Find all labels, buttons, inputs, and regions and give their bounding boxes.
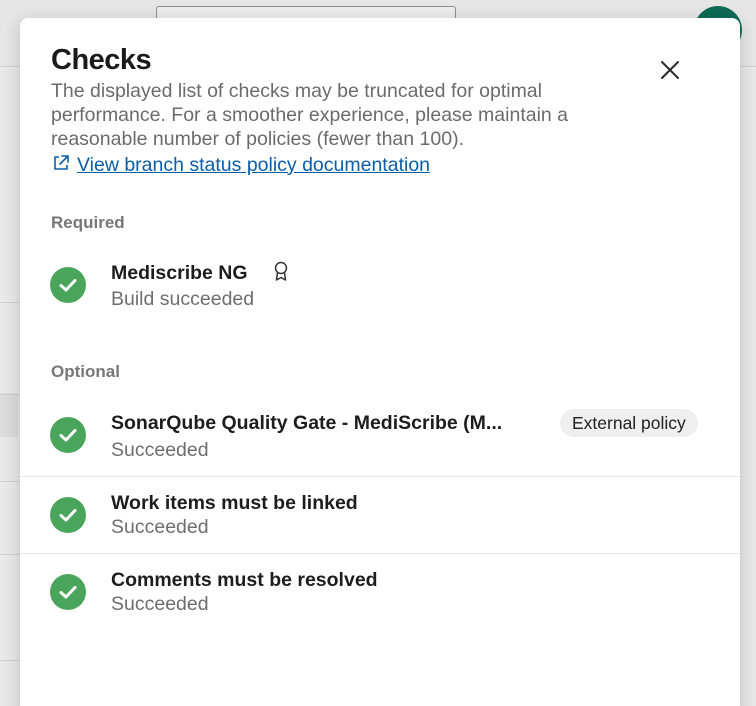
divider [0,302,20,303]
check-name: Mediscribe NG [111,262,248,284]
close-button[interactable] [656,56,684,84]
check-status: Build succeeded [111,288,255,310]
check-status: Succeeded [111,439,209,461]
check-item[interactable]: Mediscribe NG Build succeeded [20,256,740,320]
background-block [0,393,18,437]
section-label-optional: Optional [51,362,120,381]
external-policy-badge: External policy [560,409,698,437]
check-status: Succeeded [111,593,209,615]
external-link-icon [54,155,69,170]
divider [0,394,20,395]
close-icon [661,61,679,79]
check-name: SonarQube Quality Gate - MediScribe (M..… [111,412,503,434]
divider [0,481,20,482]
checks-dialog: Checks The displayed list of checks may … [20,18,740,706]
dialog-description: The displayed list of checks may be trun… [51,80,569,150]
documentation-link-row[interactable]: View branch status policy documentation [51,152,430,178]
check-item[interactable]: Comments must be resolved Succeeded [20,554,740,630]
check-name: Work items must be linked [111,492,358,514]
background-left-panel [0,67,20,706]
divider [0,660,20,661]
check-circle-icon [50,574,86,610]
check-status: Succeeded [111,516,209,538]
dialog-title: Checks [51,44,152,76]
check-item[interactable]: SonarQube Quality Gate - MediScribe (M..… [20,404,740,476]
award-icon [274,261,288,281]
check-circle-icon [50,267,86,303]
documentation-link[interactable]: View branch status policy documentation [77,154,430,177]
check-item[interactable]: Work items must be linked Succeeded [20,477,740,553]
background-right-panel [740,67,756,706]
check-name: Comments must be resolved [111,569,378,591]
divider [0,554,20,555]
section-label-required: Required [51,213,125,232]
check-circle-icon [50,497,86,533]
check-circle-icon [50,417,86,453]
